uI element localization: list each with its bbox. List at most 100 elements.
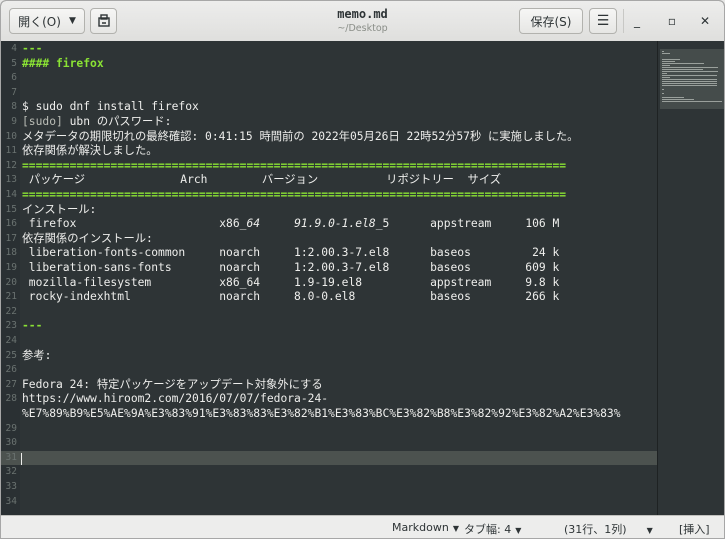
hamburger-icon: ☰: [596, 13, 610, 29]
editor-line[interactable]: 32: [1, 465, 657, 480]
line-text: ========================================…: [22, 158, 567, 172]
line-text: ---: [22, 319, 43, 333]
header-bar: 開く(O) ▼ memo.md ~/Desktop 保存(S) ☰ _ ▫ ✕: [1, 1, 724, 42]
line-number: 7: [11, 86, 17, 98]
minimize-button[interactable]: _: [627, 11, 647, 31]
editor-line[interactable]: 11 依存関係が解決しました。: [1, 144, 657, 159]
line-number: 6: [11, 72, 17, 84]
line-text: %E7%89%B9%E5%AE%9A%E3%83%91%E3%83%83%E3%…: [22, 407, 621, 420]
minimap-line: [662, 89, 665, 90]
line-number: 29: [5, 422, 17, 434]
window-title: memo.md: [337, 7, 388, 21]
editor-line[interactable]: 27 Fedora 24: 特定パッケージをアップデート対象外にする: [1, 378, 657, 393]
line-number: 5: [11, 57, 17, 69]
editor-line[interactable]: 26: [1, 363, 657, 378]
editor-line[interactable]: 13 パッケージ Arch バージョン リポジトリー サイズ: [1, 173, 657, 188]
line-text: 参考:: [22, 348, 52, 362]
text-editor-area[interactable]: 4 --- 5 #### firefox 6 7 8 $ sudo dnf install f…: [1, 41, 657, 515]
line-text: [sudo] ubn のパスワード:: [22, 115, 172, 128]
close-button[interactable]: ✕: [695, 11, 715, 31]
editor-line[interactable]: 9 [sudo] ubn のパスワード:: [1, 115, 657, 130]
line-number: 33: [5, 481, 17, 492]
line-number: 9: [11, 116, 17, 127]
editor-line[interactable]: 7: [1, 86, 657, 101]
editor-line[interactable]: 25 参考:: [1, 349, 657, 364]
open-button[interactable]: 開く(O) ▼: [9, 8, 85, 34]
line-number: 21: [5, 291, 17, 303]
editor-line[interactable]: 20 mozilla-filesystem x86_64 1.9-19.el8 …: [1, 276, 657, 291]
editor-line[interactable]: 29: [1, 422, 657, 437]
hamburger-menu-button[interactable]: ☰: [589, 8, 617, 34]
line-text: 依存関係が解決しました。: [22, 144, 158, 158]
editor-line[interactable]: 22: [1, 305, 657, 320]
editor-line[interactable]: 6: [1, 71, 657, 86]
editor-line[interactable]: 30: [1, 436, 657, 451]
maximize-icon: ▫: [667, 14, 677, 28]
minimap-line: [662, 101, 722, 102]
line-number: 10: [5, 130, 17, 142]
line-number: 17: [5, 232, 17, 244]
save-button[interactable]: 保存(S): [519, 8, 583, 34]
minimap-line: [662, 77, 671, 78]
minimap-line: [662, 71, 718, 72]
language-selector[interactable]: Markdown ▼: [392, 521, 459, 534]
line-number: 28: [5, 393, 17, 405]
editor-line[interactable]: 10 メタデータの期限切れの最終確認: 0:41:15 時間前の 2022年05月…: [1, 130, 657, 145]
editor-line[interactable]: %E7%89%B9%E5%AE%9A%E3%83%91%E3%83%83%E3%…: [1, 407, 657, 422]
line-number: 25: [5, 349, 17, 361]
line-text: mozilla-filesystem x86_64 1.9-19.el8 app…: [22, 275, 560, 289]
minimap[interactable]: [657, 41, 724, 515]
editor-line[interactable]: 15 インストール:: [1, 203, 657, 218]
chevron-down-icon: ▼: [515, 526, 522, 535]
minimap-line: [662, 63, 704, 64]
line-text: $ sudo dnf install firefox: [22, 100, 199, 114]
editor-line[interactable]: 21 rocky-indexhtml noarch 8.0-0.el8 base…: [1, 290, 657, 305]
minimap-line: [662, 97, 684, 98]
line-number: 23: [5, 320, 17, 332]
line-text: liberation-fonts-common noarch 1:2.00.3-…: [22, 246, 560, 260]
minimap-line: [662, 67, 718, 68]
editor-line[interactable]: 16 firefox x86_64 91.9.0-1.el8_5 appstre…: [1, 217, 657, 232]
line-number: 13: [5, 174, 17, 186]
editor-line[interactable]: 28 https://www.hiroom2.com/2016/07/07/fed…: [1, 392, 657, 407]
editor-line[interactable]: 23 ---: [1, 319, 657, 334]
line-text: Fedora 24: 特定パッケージをアップデート対象外にする: [22, 377, 323, 391]
header-separator: [623, 9, 624, 33]
minimize-icon: _: [634, 14, 640, 28]
minimap-line: [662, 75, 718, 76]
editor-line[interactable]: 34: [1, 495, 657, 510]
line-number: 14: [5, 189, 17, 200]
line-text: インストール:: [22, 202, 97, 216]
line-text: ========================================…: [22, 188, 567, 201]
editor-line[interactable]: 4 ---: [1, 42, 657, 57]
line-number: 15: [5, 203, 17, 215]
new-tab-button[interactable]: [90, 8, 117, 34]
chevron-down-icon: ▼: [646, 526, 653, 535]
editor-line[interactable]: 5 #### firefox: [1, 57, 657, 72]
line-number: 4: [11, 43, 17, 54]
editor-line[interactable]: 31: [1, 450, 657, 466]
maximize-button[interactable]: ▫: [662, 11, 682, 31]
cursor-position-label: (31行、1列): [564, 523, 627, 536]
cursor-position[interactable]: (31行、1列) ▼: [564, 521, 653, 537]
editor-line[interactable]: 18 liberation-fonts-common noarch 1:2.00…: [1, 246, 657, 261]
editor-line[interactable]: 17 依存関係のインストール:: [1, 232, 657, 247]
chevron-down-icon: ▼: [68, 16, 76, 26]
editor-line[interactable]: 12 ======================================…: [1, 159, 657, 174]
editor-line[interactable]: 24: [1, 334, 657, 349]
editor-line[interactable]: 14 ======================================…: [1, 188, 657, 203]
line-number: 30: [5, 437, 17, 449]
line-number: 27: [5, 378, 17, 390]
tab-width-label: タブ幅: 4: [464, 523, 512, 536]
editor-line[interactable]: 19 liberation-sans-fonts noarch 1:2.00.3…: [1, 261, 657, 276]
editor-line[interactable]: 33: [1, 480, 657, 495]
editor-line[interactable]: 8 $ sudo dnf install firefox: [1, 100, 657, 115]
line-number: 11: [5, 145, 17, 157]
tab-width-selector[interactable]: タブ幅: 4 ▼: [464, 521, 521, 537]
editor-window: 開く(O) ▼ memo.md ~/Desktop 保存(S) ☰ _ ▫ ✕ …: [0, 0, 725, 539]
minimap-line: [662, 61, 675, 62]
line-number: 12: [5, 159, 17, 171]
line-number: 8: [11, 101, 17, 113]
minimap-line: [662, 53, 671, 54]
line-number: 18: [5, 247, 17, 259]
